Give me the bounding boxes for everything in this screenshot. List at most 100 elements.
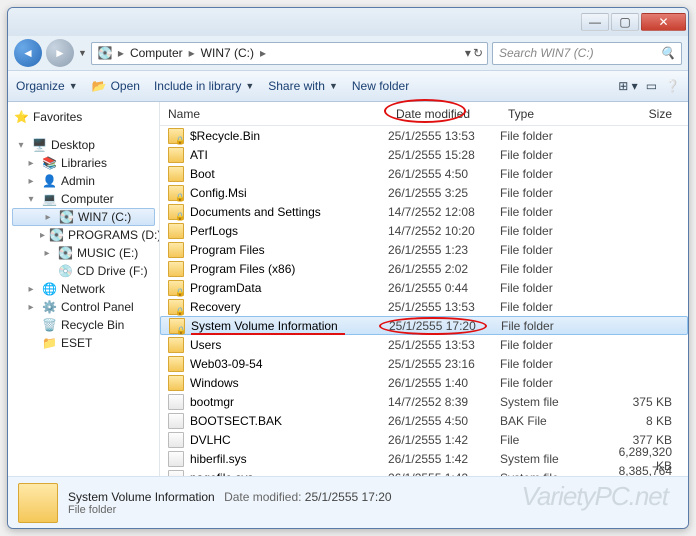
folder-icon — [168, 242, 184, 258]
file-row[interactable]: Boot 26/1/2555 4:50File folder — [160, 164, 688, 183]
file-row[interactable]: bootmgr14/7/2552 8:39System file375 KB — [160, 392, 688, 411]
view-options-button[interactable]: ⊞ ▾ — [618, 79, 637, 93]
file-type: File folder — [500, 148, 600, 162]
column-date-modified[interactable]: Date modified — [388, 102, 500, 125]
file-icon — [168, 470, 184, 477]
file-size: 8 KB — [600, 414, 688, 428]
file-icon — [168, 394, 184, 410]
column-headers: Name Date modified Type Size — [160, 102, 688, 126]
address-bar[interactable]: 💽 ▸ Computer ▸ WIN7 (C:) ▸ ▾ ↻ — [91, 42, 488, 65]
tree-drive-c[interactable]: ▸💽WIN7 (C:) — [12, 208, 155, 226]
file-date: 26/1/2555 1:42 — [388, 471, 500, 477]
file-row[interactable]: Windows26/1/2555 1:40File folder — [160, 373, 688, 392]
file-size: 8,385,764 KB — [600, 464, 688, 477]
folder-icon — [18, 483, 58, 523]
tree-control-panel[interactable]: ▸⚙️Control Panel — [12, 298, 155, 316]
tree-computer[interactable]: ▾💻Computer — [12, 190, 155, 208]
file-row[interactable]: Web03-09-5425/1/2555 23:16File folder — [160, 354, 688, 373]
file-row[interactable]: Config.Msi26/1/2555 3:25File folder — [160, 183, 688, 202]
file-name: Web03-09-54 — [190, 357, 263, 371]
new-folder-button[interactable]: New folder — [352, 79, 409, 93]
file-type: System file — [500, 471, 600, 477]
file-name: Documents and Settings — [190, 205, 321, 219]
tree-libraries[interactable]: ▸📚Libraries — [12, 154, 155, 172]
file-type: BAK File — [500, 414, 600, 428]
tree-drive-d[interactable]: ▸💽PROGRAMS (D:) — [12, 226, 155, 244]
tree-favorites[interactable]: ⭐Favorites — [12, 108, 155, 126]
folder-icon — [168, 223, 184, 239]
file-row[interactable]: Users25/1/2555 13:53File folder — [160, 335, 688, 354]
nav-bar: ◄ ► ▼ 💽 ▸ Computer ▸ WIN7 (C:) ▸ ▾ ↻ Sea… — [8, 36, 688, 70]
details-type: File folder — [68, 504, 392, 516]
breadcrumb-computer[interactable]: Computer — [128, 46, 185, 60]
tree-recycle-bin[interactable]: 🗑️Recycle Bin — [12, 316, 155, 334]
file-date: 14/7/2552 10:20 — [388, 224, 500, 238]
file-row[interactable]: Documents and Settings14/7/2552 12:08Fil… — [160, 202, 688, 221]
search-icon: 🔍 — [660, 46, 675, 60]
tree-desktop[interactable]: ▾🖥️Desktop — [12, 136, 155, 154]
file-row[interactable]: Program Files (x86)26/1/2555 2:02File fo… — [160, 259, 688, 278]
file-type: File folder — [500, 300, 600, 314]
folder-icon — [168, 128, 184, 144]
file-type: File folder — [500, 357, 600, 371]
file-date: 26/1/2555 4:50 — [388, 167, 500, 181]
file-row[interactable]: Program Files26/1/2555 1:23File folder — [160, 240, 688, 259]
details-title: System Volume Information — [68, 490, 215, 504]
file-row[interactable]: $Recycle.Bin25/1/2555 13:53File folder — [160, 126, 688, 145]
file-name: System Volume Information — [191, 319, 338, 333]
column-type[interactable]: Type — [500, 102, 600, 125]
file-name: BOOTSECT.BAK — [190, 414, 282, 428]
file-row[interactable]: BOOTSECT.BAK26/1/2555 4:50BAK File8 KB — [160, 411, 688, 430]
file-row[interactable]: System Volume Information 25/1/2555 17:20… — [160, 316, 688, 335]
file-type: File folder — [500, 243, 600, 257]
chevron-down-icon: ▼ — [329, 81, 338, 91]
close-button[interactable]: ✕ — [641, 13, 686, 31]
details-mod-label: Date modified: — [224, 490, 301, 504]
file-type: File folder — [500, 376, 600, 390]
chevron-down-icon: ▼ — [245, 81, 254, 91]
folder-icon — [168, 337, 184, 353]
history-dropdown-icon[interactable]: ▼ — [78, 48, 87, 58]
file-row[interactable]: ATI25/1/2555 15:28File folder — [160, 145, 688, 164]
file-type: File folder — [500, 167, 600, 181]
file-date: 14/7/2552 12:08 — [388, 205, 500, 219]
file-name: Recovery — [190, 300, 241, 314]
tree-network[interactable]: ▸🌐Network — [12, 280, 155, 298]
file-name: Boot — [190, 167, 215, 181]
open-button[interactable]: 📂 Open — [92, 79, 140, 93]
file-type: File folder — [501, 319, 601, 333]
dropdown-icon[interactable]: ▾ — [465, 46, 471, 60]
search-input[interactable]: Search WIN7 (C:) 🔍 — [492, 42, 682, 65]
breadcrumb-drive[interactable]: WIN7 (C:) — [199, 46, 256, 60]
navigation-tree[interactable]: ⭐Favorites ▾🖥️Desktop ▸📚Libraries ▸👤Admi… — [8, 102, 160, 476]
file-icon — [168, 413, 184, 429]
minimize-button[interactable]: — — [581, 13, 609, 31]
file-date: 26/1/2555 1:42 — [388, 452, 500, 466]
maximize-button[interactable]: ▢ — [611, 13, 639, 31]
tree-drive-f[interactable]: 💿CD Drive (F:) — [12, 262, 155, 280]
file-row[interactable]: PerfLogs14/7/2552 10:20File folder — [160, 221, 688, 240]
folder-icon — [168, 166, 184, 182]
help-button[interactable]: ❔ — [665, 79, 680, 93]
organize-button[interactable]: Organize ▼ — [16, 79, 78, 93]
tree-drive-e[interactable]: ▸💽MUSIC (E:) — [12, 244, 155, 262]
file-name: $Recycle.Bin — [190, 129, 260, 143]
refresh-icon[interactable]: ↻ — [473, 46, 483, 60]
preview-pane-button[interactable]: ▭ — [646, 79, 657, 93]
back-button[interactable]: ◄ — [14, 39, 42, 67]
column-name[interactable]: Name — [160, 102, 388, 125]
file-rows[interactable]: $Recycle.Bin25/1/2555 13:53File folderAT… — [160, 126, 688, 476]
file-row[interactable]: Recovery25/1/2555 13:53File folder — [160, 297, 688, 316]
share-with-button[interactable]: Share with ▼ — [268, 79, 338, 93]
tree-admin[interactable]: ▸👤Admin — [12, 172, 155, 190]
file-date: 26/1/2555 1:23 — [388, 243, 500, 257]
command-bar: Organize ▼ 📂 Open Include in library ▼ S… — [8, 70, 688, 102]
file-date: 25/1/2555 17:20 — [389, 319, 501, 333]
file-row[interactable]: pagefile.sys26/1/2555 1:42System file8,3… — [160, 468, 688, 476]
column-size[interactable]: Size — [600, 102, 688, 125]
forward-button[interactable]: ► — [46, 39, 74, 67]
file-row[interactable]: ProgramData26/1/2555 0:44File folder — [160, 278, 688, 297]
explorer-body: ⭐Favorites ▾🖥️Desktop ▸📚Libraries ▸👤Admi… — [8, 102, 688, 476]
include-library-button[interactable]: Include in library ▼ — [154, 79, 254, 93]
tree-eset[interactable]: 📁ESET — [12, 334, 155, 352]
